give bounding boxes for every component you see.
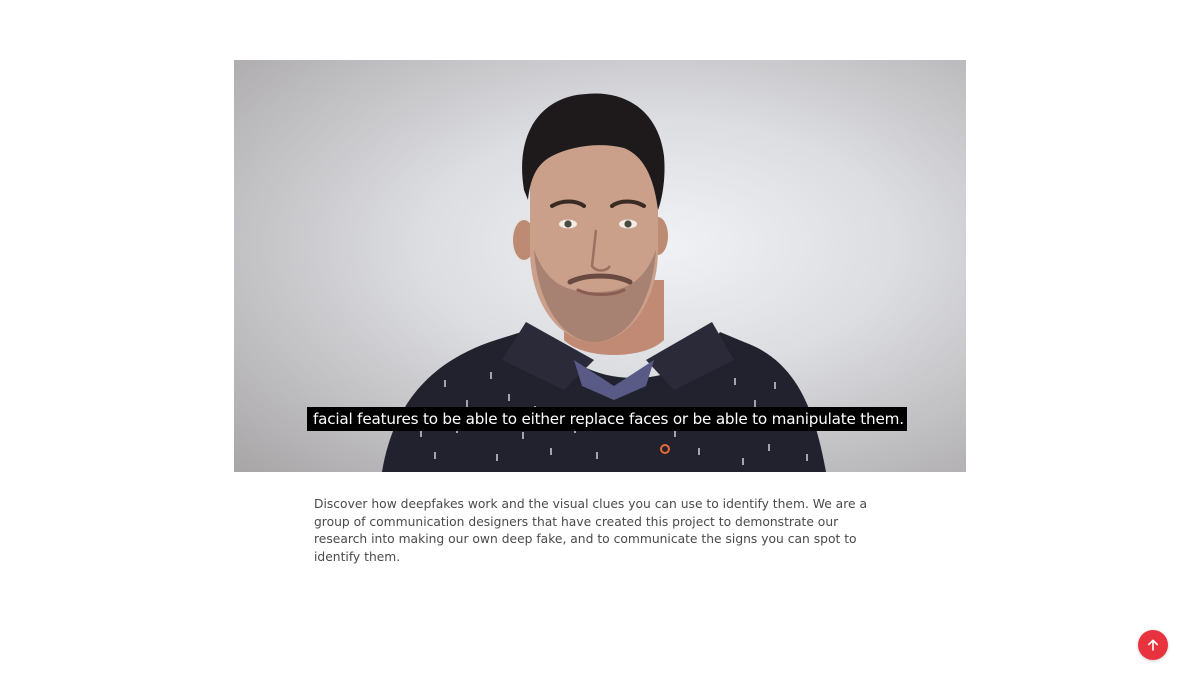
scroll-to-top-button[interactable]: [1138, 630, 1168, 660]
video-subtitle: facial features to be able to either rep…: [307, 407, 907, 431]
arrow-up-icon: [1148, 639, 1158, 651]
page: facial features to be able to either rep…: [0, 0, 1200, 675]
video-player[interactable]: facial features to be able to either rep…: [234, 60, 966, 472]
intro-description: Discover how deepfakes work and the visu…: [314, 497, 868, 564]
